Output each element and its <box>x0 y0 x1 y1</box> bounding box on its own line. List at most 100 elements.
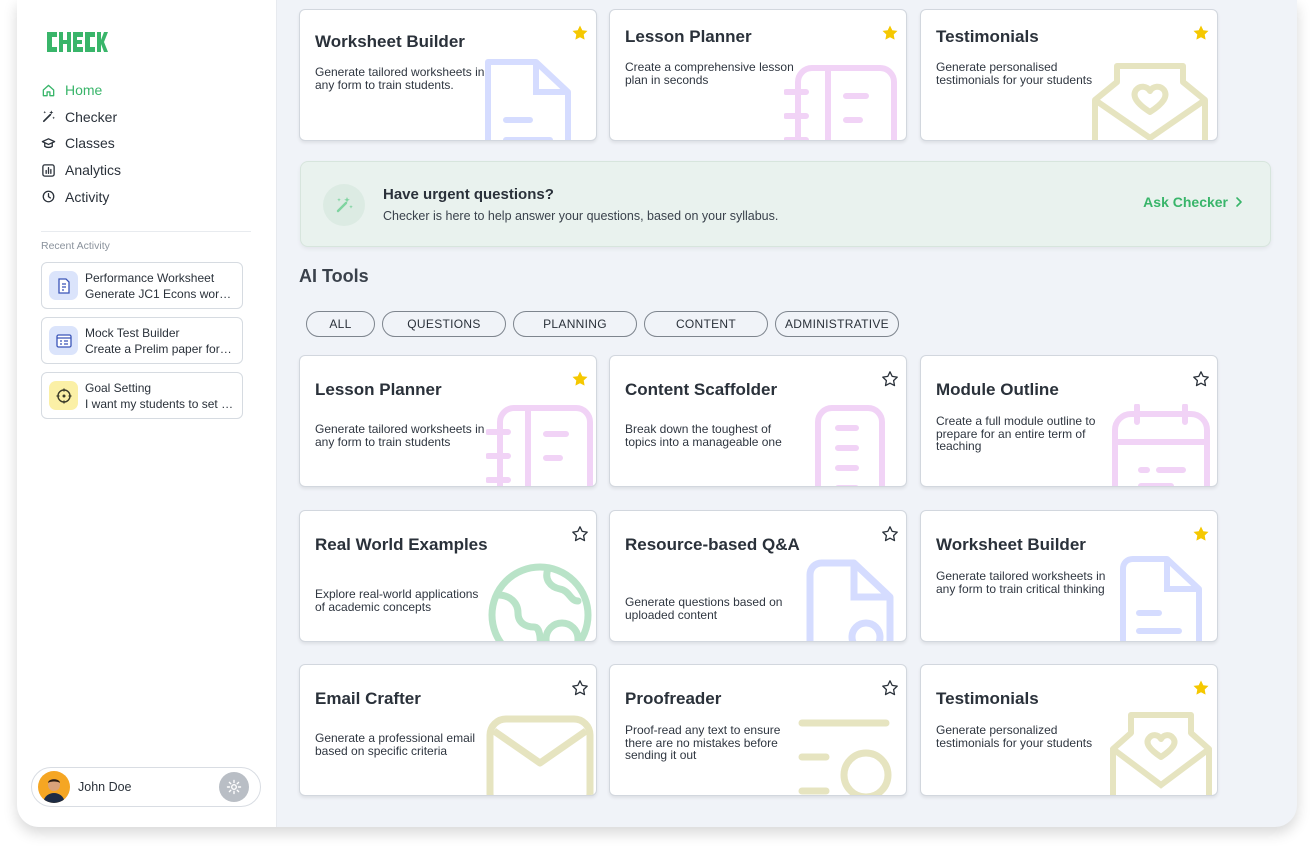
heart-envelope-icon <box>1092 63 1208 140</box>
nav-label: Checker <box>65 108 118 125</box>
card-desc: Create a full module outline to prepare … <box>936 414 1096 453</box>
tool-card-testimonials[interactable]: Testimonials Generate personalized testi… <box>920 664 1218 796</box>
ruler-icon <box>815 405 885 486</box>
nav-item-activity[interactable]: Activity <box>41 183 121 210</box>
nav-label: Analytics <box>65 162 122 179</box>
sidebar: Home Checker Classes Analytics Activity … <box>17 0 277 827</box>
star-filled-icon[interactable] <box>571 370 589 388</box>
document-icon <box>485 59 571 140</box>
favorite-card-lesson-planner[interactable]: Lesson Planner Create a comprehensive le… <box>609 9 907 141</box>
tool-card-content-scaffolder[interactable]: Content Scaffolder Break down the toughe… <box>609 355 907 487</box>
notebook-icon <box>784 65 897 140</box>
magic-wand-icon <box>42 110 55 123</box>
test-icon <box>49 326 78 355</box>
nav-label: Activity <box>65 188 110 205</box>
nav-item-checker[interactable]: Checker <box>41 104 121 131</box>
recent-item[interactable]: Goal Setting I want my students to set g… <box>41 372 243 419</box>
filter-questions[interactable]: QUESTIONS <box>382 311 506 337</box>
nav-label: Home <box>65 82 103 99</box>
tool-card-module-outline[interactable]: Module Outline Create a full module outl… <box>920 355 1218 487</box>
tool-card-worksheet-builder[interactable]: Worksheet Builder Generate tailored work… <box>920 510 1218 642</box>
star-filled-icon[interactable] <box>1192 24 1210 42</box>
file-search-icon <box>806 559 894 641</box>
card-title: Worksheet Builder <box>315 32 465 51</box>
tool-card-resource-based-qa[interactable]: Resource-based Q&A Generate questions ba… <box>609 510 907 642</box>
star-filled-icon[interactable] <box>1192 679 1210 697</box>
envelope-icon <box>486 715 594 795</box>
nav-label: Classes <box>65 135 115 152</box>
tool-card-lesson-planner[interactable]: Lesson Planner Generate tailored workshe… <box>299 355 597 487</box>
star-filled-icon[interactable] <box>1192 525 1210 543</box>
card-desc: Generate tailored worksheets in any form… <box>315 65 485 92</box>
star-outline-icon[interactable] <box>881 679 899 697</box>
star-outline-icon[interactable] <box>1192 370 1210 388</box>
chevron-right-icon <box>1236 197 1242 207</box>
tool-card-real-world-examples[interactable]: Real World Examples Explore real-world a… <box>299 510 597 642</box>
card-title: Real World Examples <box>315 535 488 554</box>
banner-subtitle: Checker is here to help answer your ques… <box>383 209 779 223</box>
globe-icon <box>488 563 592 641</box>
star-filled-icon[interactable] <box>571 24 589 42</box>
star-filled-icon[interactable] <box>881 24 899 42</box>
star-outline-icon[interactable] <box>881 370 899 388</box>
tool-card-proofreader[interactable]: Proofreader Proof-read any text to ensur… <box>609 664 907 796</box>
home-icon <box>42 84 55 97</box>
brand-logo[interactable] <box>45 28 109 61</box>
calendar-icon <box>1112 404 1210 486</box>
recent-item-desc: Generate JC1 Econs worksheet <box>85 286 235 301</box>
card-title: Content Scaffolder <box>625 380 778 399</box>
recent-item[interactable]: Performance Worksheet Generate JC1 Econs… <box>41 262 243 309</box>
card-desc: Generate personalized testimonials for y… <box>936 723 1093 750</box>
card-desc: Generate a professional email based on s… <box>315 731 476 758</box>
main-nav: Home Checker Classes Analytics Activity <box>41 77 121 210</box>
check-logo-icon <box>47 32 108 52</box>
recent-item-name: Mock Test Builder <box>85 325 180 340</box>
card-desc: Generate questions based on uploaded con… <box>625 595 783 622</box>
card-desc: Proof-read any text to ensure there are … <box>625 723 781 762</box>
heart-envelope-icon <box>1110 712 1212 795</box>
filter-planning[interactable]: PLANNING <box>513 311 637 337</box>
card-desc: Generate tailored worksheets in any form… <box>936 569 1106 596</box>
card-title: Email Crafter <box>315 689 421 708</box>
avatar <box>38 771 70 803</box>
filter-all[interactable]: ALL <box>306 311 375 337</box>
user-profile[interactable]: John Doe <box>31 767 261 807</box>
recent-item[interactable]: Mock Test Builder Create a Prelim paper … <box>41 317 243 364</box>
nav-item-classes[interactable]: Classes <box>41 130 121 157</box>
card-title: Lesson Planner <box>625 27 752 46</box>
filter-administrative[interactable]: ADMINISTRATIVE <box>775 311 899 337</box>
recent-item-desc: Create a Prelim paper for students <box>85 341 235 356</box>
card-title: Module Outline <box>936 380 1059 399</box>
history-icon <box>42 190 55 203</box>
star-outline-icon[interactable] <box>571 679 589 697</box>
worksheet-icon <box>49 271 78 300</box>
app-window: Home Checker Classes Analytics Activity … <box>17 0 1297 827</box>
ask-checker-banner: Have urgent questions? Checker is here t… <box>300 161 1271 247</box>
document-icon <box>1120 556 1202 641</box>
sidebar-divider <box>41 231 251 232</box>
filter-content[interactable]: CONTENT <box>644 311 768 337</box>
favorite-card-testimonials[interactable]: Testimonials Generate personalised testi… <box>920 9 1218 141</box>
magic-wand-icon <box>323 184 365 226</box>
recent-item-name: Performance Worksheet <box>85 270 215 285</box>
ask-checker-button[interactable]: Ask Checker <box>1143 194 1246 210</box>
text-search-icon <box>798 719 892 795</box>
card-desc: Explore real-world applications of acade… <box>315 587 479 614</box>
user-name: John Doe <box>78 780 132 794</box>
settings-button[interactable] <box>219 772 249 802</box>
nav-item-analytics[interactable]: Analytics <box>41 157 121 184</box>
bar-chart-icon <box>42 163 55 177</box>
card-desc: Create a comprehensive lesson plan in se… <box>625 60 794 87</box>
star-outline-icon[interactable] <box>881 525 899 543</box>
card-title: Proofreader <box>625 689 722 708</box>
star-outline-icon[interactable] <box>571 525 589 543</box>
card-title: Testimonials <box>936 689 1039 708</box>
favorite-card-worksheet-builder[interactable]: Worksheet Builder Generate tailored work… <box>299 9 597 141</box>
card-title: Testimonials <box>936 27 1039 46</box>
tool-card-email-crafter[interactable]: Email Crafter Generate a professional em… <box>299 664 597 796</box>
nav-item-home[interactable]: Home <box>41 77 121 104</box>
card-desc: Break down the toughest of topics into a… <box>625 422 782 449</box>
ai-tools-title: AI Tools <box>299 266 369 286</box>
recent-activity-title: Recent Activity <box>41 240 110 252</box>
recent-activity-list: Performance Worksheet Generate JC1 Econs… <box>41 262 243 427</box>
